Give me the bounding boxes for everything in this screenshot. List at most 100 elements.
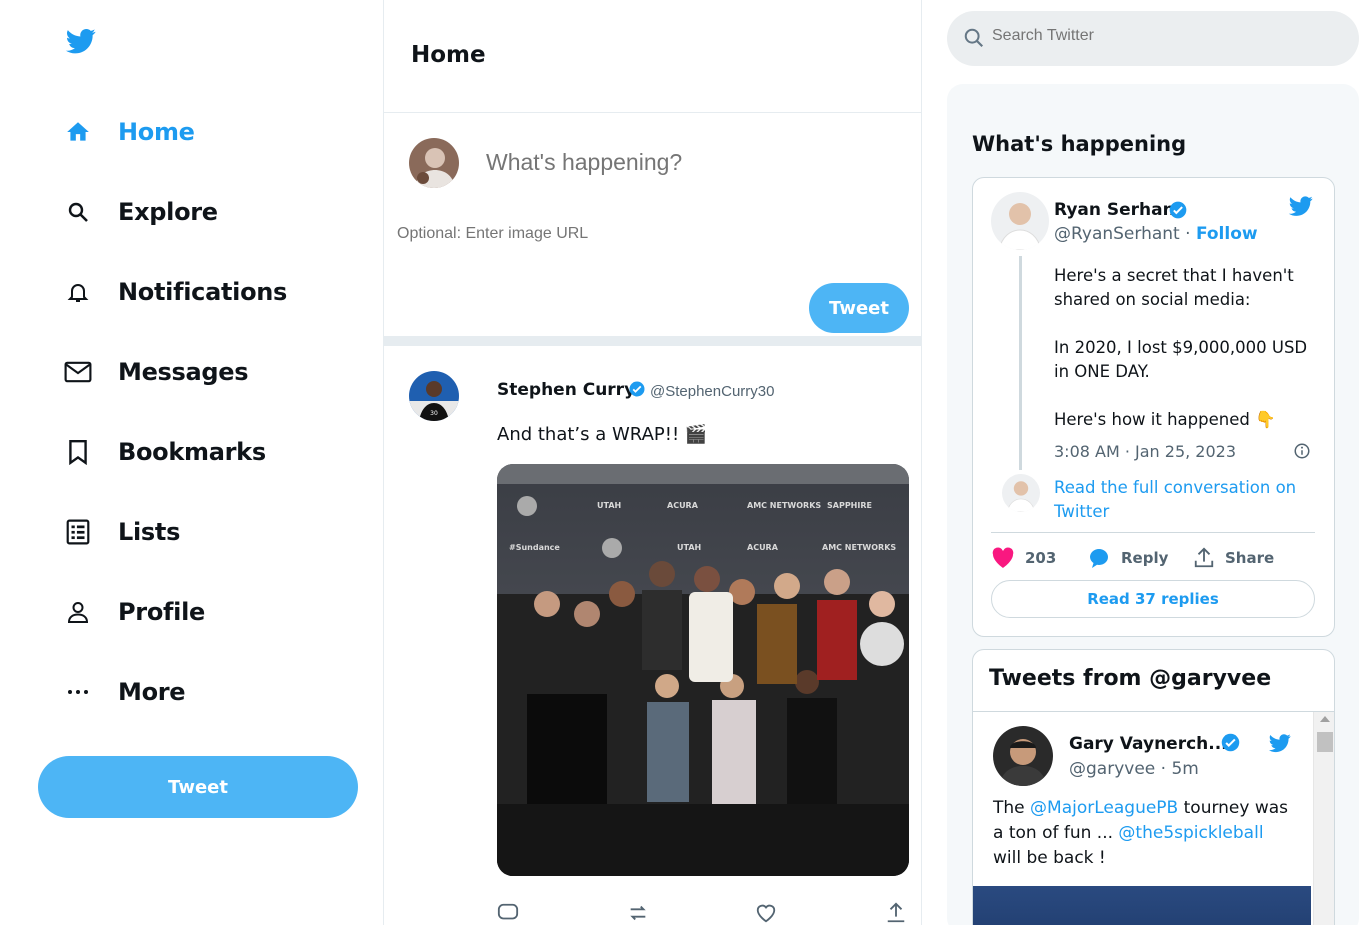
embed-timestamp[interactable]: 3:08 AM · Jan 25, 2023	[1054, 442, 1236, 461]
nav-label: Explore	[118, 198, 218, 226]
search-icon	[62, 196, 94, 228]
left-sidebar: Home Explore Notifications Messages Book…	[0, 0, 384, 925]
nav-lists[interactable]: Lists	[62, 512, 180, 552]
mention-link[interactable]: @MajorLeaguePB	[1030, 798, 1178, 818]
sidebar-tweet-button[interactable]: Tweet	[38, 756, 358, 818]
verified-badge-icon	[1221, 733, 1240, 752]
follow-link[interactable]: Follow	[1196, 224, 1258, 244]
tweet-avatar[interactable]: 30	[409, 371, 459, 421]
timeline-title[interactable]: Tweets from @garyvee	[989, 666, 1271, 691]
info-icon[interactable]	[1293, 442, 1311, 460]
nav-label: More	[118, 678, 186, 706]
like-icon[interactable]	[755, 902, 777, 924]
share-icon[interactable]	[885, 902, 907, 924]
timeline-author-handle[interactable]: @garyvee · 5m	[1069, 759, 1199, 779]
divider	[973, 711, 1334, 712]
timeline-avatar[interactable]	[993, 726, 1053, 786]
image-url-input[interactable]	[397, 225, 797, 243]
embed-handle-row: @RyanSerhant · Follow	[1054, 224, 1258, 244]
reply-icon[interactable]	[497, 902, 519, 924]
search-input[interactable]	[992, 27, 1332, 45]
whats-happening-panel: What's happening Ryan Serhant @RyanSerha…	[947, 84, 1359, 925]
embed-small-avatar[interactable]	[1002, 474, 1040, 512]
text-segment: will be back !	[993, 848, 1106, 868]
scroll-up-arrow-icon[interactable]	[1320, 716, 1330, 722]
embed-author-handle[interactable]: @RyanSerhant	[1054, 224, 1180, 244]
nav-explore[interactable]: Explore	[62, 192, 218, 232]
read-conversation-link[interactable]: Read the full conversation on Twitter	[1054, 476, 1304, 524]
svg-text:ACURA: ACURA	[747, 543, 779, 552]
read-replies-button[interactable]: Read 37 replies	[991, 580, 1315, 618]
person-icon	[62, 596, 94, 628]
bell-icon	[62, 276, 94, 308]
search-icon	[964, 28, 984, 48]
embed-avatar[interactable]	[991, 192, 1049, 250]
like-action[interactable]: 203	[991, 544, 1056, 572]
timeline-tweet-image[interactable]	[973, 886, 1311, 925]
svg-text:ACURA: ACURA	[667, 501, 699, 510]
tweet-author-name[interactable]: Stephen Curry	[497, 380, 635, 400]
svg-text:UTAH: UTAH	[677, 543, 701, 552]
timeline-tweet-text: The @MajorLeaguePB tourney was a ton of …	[993, 796, 1293, 871]
tweet-actions	[497, 902, 909, 924]
nav-home[interactable]: Home	[62, 112, 195, 152]
timeline-scrollbar[interactable]	[1313, 712, 1334, 925]
tweet-image[interactable]: UTAH ACURA AMC NETWORKS SAPPHIRE #Sundance U…	[497, 464, 909, 876]
tweet-card[interactable]: 30 Stephen Curry @StephenCurry30 And tha…	[384, 346, 921, 925]
compose-input[interactable]	[486, 149, 886, 176]
bookmark-icon	[62, 436, 94, 468]
main-header: Home	[384, 0, 921, 113]
user-avatar[interactable]	[409, 138, 459, 188]
compose-tweet-button[interactable]: Tweet	[809, 283, 909, 333]
reply-action[interactable]: Reply	[1087, 544, 1168, 572]
tweet-author-handle[interactable]: @StephenCurry30	[650, 383, 774, 400]
verified-badge-icon	[629, 381, 645, 397]
main-column: Home Tweet 30 Stephen Curry @StephenCurr…	[383, 0, 922, 925]
timeline-author-name[interactable]: Gary Vaynerch...	[1069, 734, 1228, 754]
reply-label: Reply	[1121, 549, 1169, 567]
mention-link[interactable]: @the5spickleball	[1118, 823, 1263, 843]
like-count: 203	[1025, 549, 1057, 567]
embed-paragraph: Here's how it happened 👇	[1054, 410, 1276, 429]
embed-paragraph: Here's a secret that I haven't shared on…	[1054, 266, 1294, 309]
envelope-icon	[62, 356, 94, 388]
nav-label: Notifications	[118, 278, 288, 306]
reply-bubble-icon	[1090, 549, 1108, 568]
svg-text:30: 30	[430, 410, 438, 417]
home-icon	[62, 116, 94, 148]
search-bar[interactable]	[947, 11, 1359, 66]
svg-text:#Sundance: #Sundance	[509, 543, 560, 552]
list-icon	[62, 516, 94, 548]
verified-badge-icon	[1169, 201, 1187, 219]
embedded-tweet[interactable]: Ryan Serhant @RyanSerhant · Follow Here'…	[972, 177, 1335, 637]
nav-notifications[interactable]: Notifications	[62, 272, 287, 312]
nav-messages[interactable]: Messages	[62, 352, 249, 392]
nav-label: Home	[118, 118, 195, 146]
page-title: Home	[411, 42, 486, 68]
svg-text:AMC NETWORKS: AMC NETWORKS	[747, 501, 821, 510]
text-segment: The	[993, 798, 1031, 818]
nav-label: Messages	[118, 358, 249, 386]
thread-line	[1019, 256, 1022, 470]
nav-more[interactable]: More	[62, 672, 186, 712]
scroll-thumb[interactable]	[1317, 732, 1333, 752]
twitter-bird-icon[interactable]	[1287, 194, 1315, 218]
nav-profile[interactable]: Profile	[62, 592, 205, 632]
nav-bookmarks[interactable]: Bookmarks	[62, 432, 266, 472]
embed-author-name[interactable]: Ryan Serhant	[1054, 200, 1183, 220]
section-title: What's happening	[972, 132, 1187, 156]
svg-text:SAPPHIRE: SAPPHIRE	[827, 501, 872, 510]
embed-paragraph: In 2020, I lost $9,000,000 USD in ONE DA…	[1054, 338, 1308, 381]
share-action[interactable]: Share	[1193, 544, 1274, 572]
retweet-icon[interactable]	[627, 902, 649, 924]
garyvee-timeline: Tweets from @garyvee Gary Vaynerch... @g…	[972, 649, 1335, 925]
embed-actions: 203 Reply Share	[991, 544, 1315, 572]
tweet-composer: Tweet	[384, 113, 921, 346]
nav-label: Profile	[118, 598, 205, 626]
tweet-text: And that’s a WRAP!! 🎬	[497, 424, 708, 445]
separator: ·	[1179, 224, 1196, 244]
share-icon	[1194, 547, 1214, 568]
twitter-bird-icon[interactable]	[1267, 732, 1293, 754]
share-label: Share	[1225, 549, 1275, 567]
twitter-logo-icon[interactable]	[64, 26, 98, 56]
